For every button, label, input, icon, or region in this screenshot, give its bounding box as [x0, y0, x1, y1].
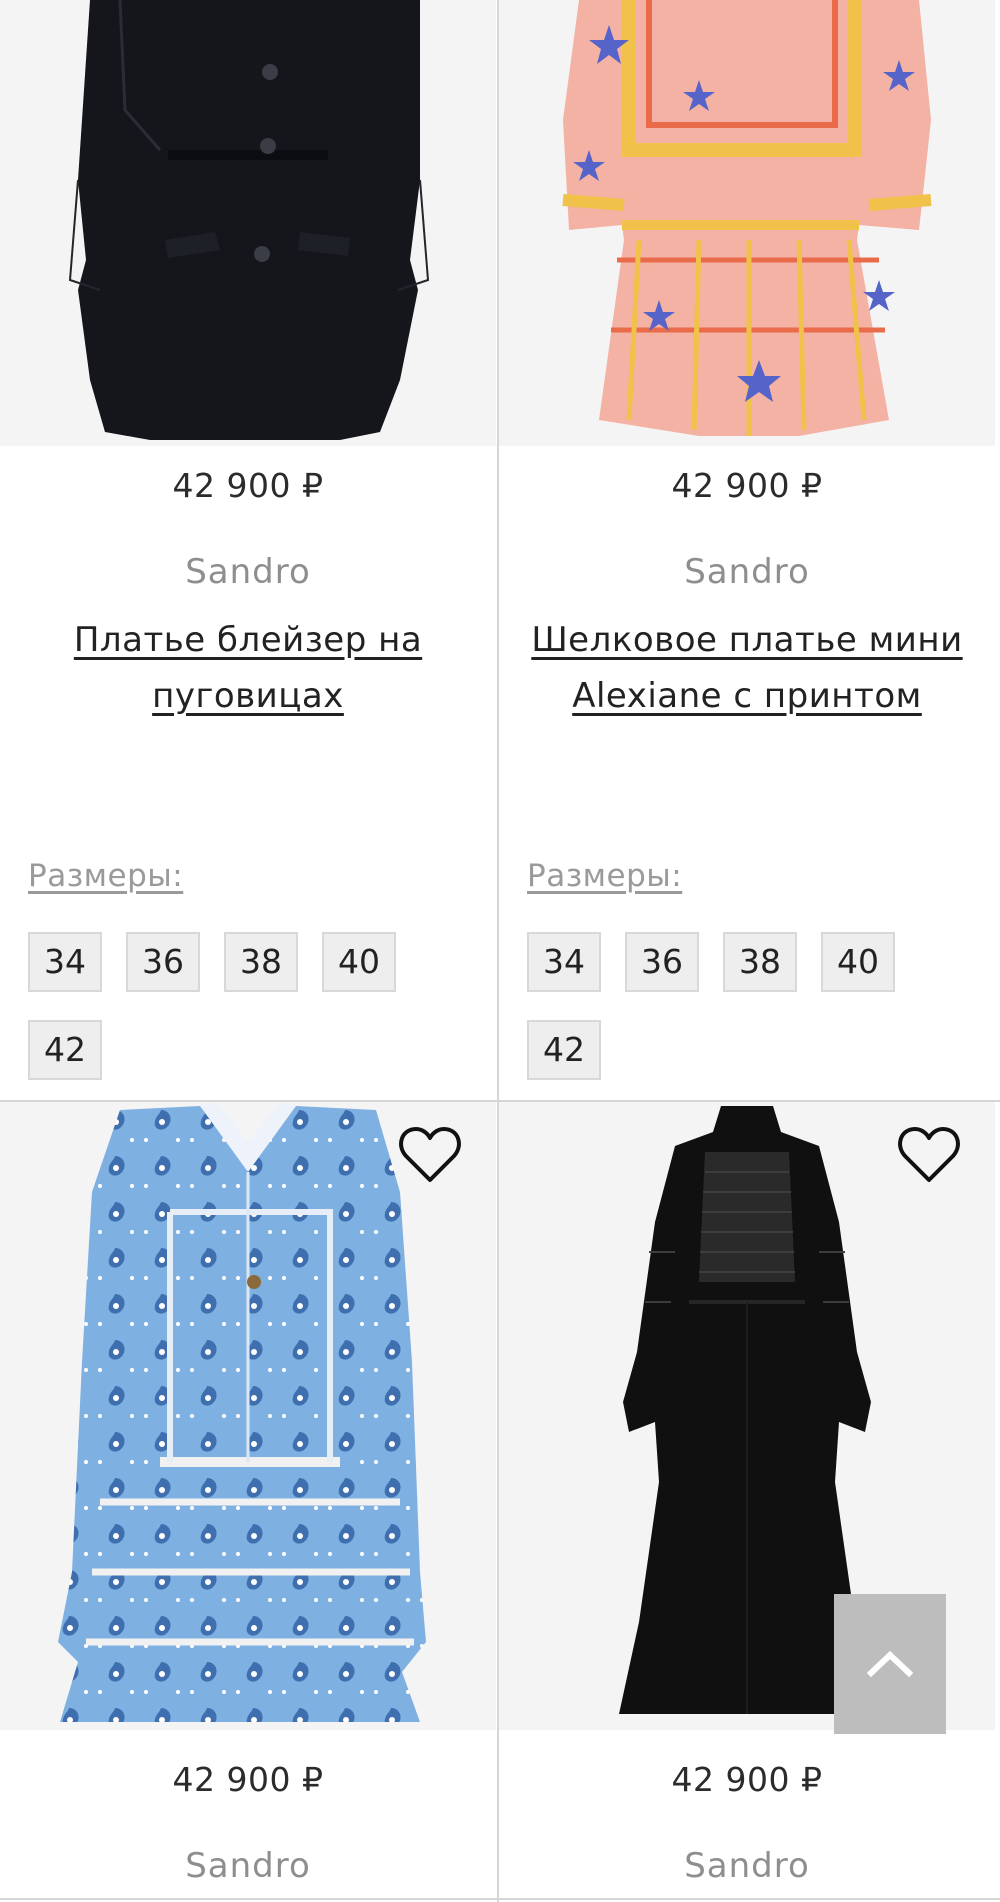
size-option[interactable]: 34 [527, 932, 601, 992]
product-brand[interactable]: Sandro [0, 1846, 496, 1886]
product-card[interactable]: 42 900 ₽ Sandro Шелковое платье мини Ale… [499, 0, 995, 1100]
size-option[interactable]: 36 [126, 932, 200, 992]
black-blazer-dress-image [68, 0, 430, 440]
product-price: 42 900 ₽ [671, 466, 823, 505]
size-option[interactable]: 34 [28, 932, 102, 992]
product-brand[interactable]: Sandro [499, 1846, 995, 1886]
size-option[interactable]: 40 [322, 932, 396, 992]
product-title-link[interactable]: Шелковое платье мини Alexiane с принтом [499, 612, 995, 724]
product-brand[interactable]: Sandro [0, 552, 496, 592]
product-price: 42 900 ₽ [671, 1760, 823, 1799]
size-list: 34 36 38 40 42 [527, 932, 967, 1080]
product-card[interactable]: 42 900 ₽ Sandro Платье блейзер на пугови… [0, 0, 496, 1100]
product-image[interactable] [499, 0, 995, 446]
product-image[interactable] [0, 0, 496, 446]
size-option[interactable]: 36 [625, 932, 699, 992]
size-option[interactable]: 42 [527, 1020, 601, 1080]
product-price: 42 900 ₽ [172, 1760, 324, 1799]
sizes-label[interactable]: Размеры: [527, 858, 682, 894]
size-option[interactable]: 42 [28, 1020, 102, 1080]
size-option[interactable]: 40 [821, 932, 895, 992]
size-list: 34 36 38 40 42 [28, 932, 468, 1080]
heart-outline-icon[interactable] [897, 1124, 961, 1184]
product-grid: 42 900 ₽ Sandro Платье блейзер на пугови… [0, 0, 1000, 1902]
size-option[interactable]: 38 [723, 932, 797, 992]
product-image[interactable] [0, 1102, 496, 1730]
chevron-up-icon [866, 1650, 914, 1678]
product-brand[interactable]: Sandro [499, 552, 995, 592]
product-title-link[interactable]: Платье блейзер на пуговицах [0, 612, 496, 724]
blue-paisley-shirt-dress-image [58, 1102, 426, 1722]
product-card[interactable]: 42 900 ₽ Sandro [499, 1102, 995, 1898]
scroll-to-top-button[interactable] [834, 1594, 946, 1734]
row-divider [0, 1898, 1000, 1900]
heart-outline-icon[interactable] [398, 1124, 462, 1184]
product-price: 42 900 ₽ [172, 466, 324, 505]
sizes-label[interactable]: Размеры: [28, 858, 183, 894]
product-card[interactable]: 42 900 ₽ Sandro [0, 1102, 496, 1898]
pink-silk-print-dress-image [562, 0, 932, 436]
size-option[interactable]: 38 [224, 932, 298, 992]
